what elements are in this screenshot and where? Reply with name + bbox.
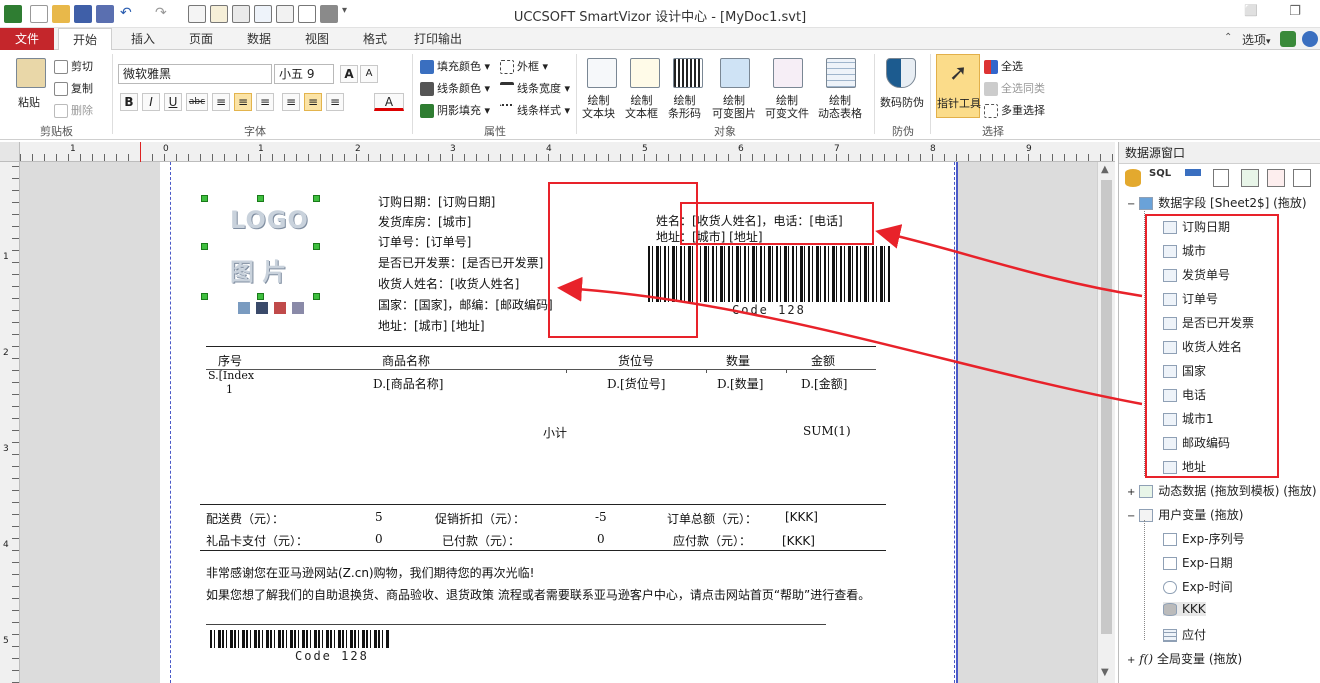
annotation-arrows [557,224,1143,406]
annotation-arrow [557,276,1143,406]
annotation-arrow [875,224,1143,298]
